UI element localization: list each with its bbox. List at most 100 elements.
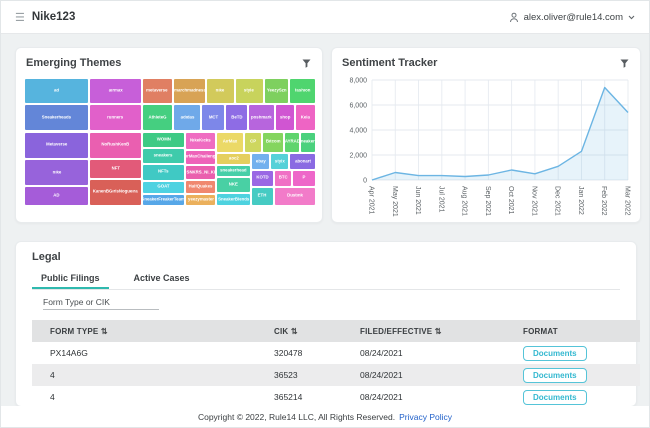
- svg-text:0: 0: [363, 178, 367, 185]
- treemap-cell[interactable]: poshmark: [248, 104, 275, 131]
- sentiment-tracker-title: Sentiment Tracker: [342, 57, 437, 69]
- user-menu[interactable]: alex.oliver@rule14.com: [509, 12, 635, 23]
- filed_effective-cell: 08/24/2021: [360, 342, 523, 364]
- treemap-cell[interactable]: ad: [24, 78, 89, 104]
- treemap-cell[interactable]: AD: [24, 186, 89, 206]
- filed_effective-cell: 08/24/2021: [360, 364, 523, 386]
- treemap-cell-label: ebay: [256, 160, 266, 164]
- treemap-cell[interactable]: stylx: [270, 153, 289, 170]
- sort-icon[interactable]: ⇅: [435, 327, 442, 336]
- table-row: PX14A6G32047808/24/2021Documents: [32, 342, 640, 364]
- treemap-cell[interactable]: ebay: [251, 153, 271, 170]
- treemap-cell[interactable]: SNKRS_NI_KI: [185, 165, 216, 180]
- treemap-cell[interactable]: WOMN: [142, 132, 186, 148]
- svg-text:Jul 2021: Jul 2021: [437, 186, 444, 213]
- treemap-cell[interactable]: MCT: [201, 104, 225, 131]
- treemap-cell[interactable]: NikeKicks: [185, 132, 216, 150]
- column-header-form_type[interactable]: FORM TYPE ⇅: [32, 320, 274, 342]
- treemap-cell[interactable]: Metaverse: [24, 132, 89, 160]
- treemap-cell-label: SneakerBlends: [218, 197, 249, 201]
- treemap-cell-label: Dustink: [287, 194, 303, 198]
- treemap-cell[interactable]: Kela: [295, 104, 316, 131]
- sentiment-chart: Apr 2021May 2021Jun 2021Jul 2021Aug 2021…: [338, 74, 636, 227]
- treemap-cell-label: BeTD: [231, 116, 242, 120]
- documents-button[interactable]: Documents: [523, 368, 587, 383]
- treemap-cell[interactable]: Dustink: [274, 187, 316, 206]
- treemap-cell[interactable]: SneakerBlends: [216, 193, 250, 206]
- treemap-cell-label: ad: [54, 89, 59, 93]
- app: ☰ Nike123 alex.oliver@rule14.com Emergin…: [0, 0, 650, 428]
- treemap-cell[interactable]: BeTD: [225, 104, 247, 131]
- treemap-cell[interactable]: YeezySzn: [264, 78, 289, 104]
- treemap-cell[interactable]: NoRushKenB: [89, 132, 141, 160]
- treemap-cell[interactable]: HalfQuakes: [185, 180, 216, 194]
- tab-active-cases[interactable]: Active Cases: [125, 269, 199, 289]
- treemap-cell[interactable]: yeezymaster: [185, 194, 216, 206]
- treemap-cell[interactable]: Bitcoin: [262, 132, 284, 154]
- treemap-cell[interactable]: abonart: [289, 153, 316, 170]
- treemap-cell[interactable]: NFTs: [142, 164, 186, 181]
- treemap-cell[interactable]: CP: [244, 132, 262, 154]
- treemap-cell-label: sneakerhead: [220, 169, 246, 173]
- column-header-cik[interactable]: CIK ⇅: [274, 320, 360, 342]
- user-icon: [509, 12, 519, 23]
- svg-text:Jun 2021: Jun 2021: [414, 186, 421, 215]
- treemap-cell[interactable]: SneakerFreakerTeam: [142, 194, 186, 206]
- treemap-cell[interactable]: fashion: [289, 78, 316, 104]
- treemap-cell[interactable]: nike: [206, 78, 234, 104]
- documents-button[interactable]: Documents: [523, 390, 587, 405]
- svg-text:Sep 2021: Sep 2021: [484, 186, 491, 216]
- treemap-cell[interactable]: AYRAD: [284, 132, 300, 154]
- treemap-cell[interactable]: AirMax: [216, 132, 243, 154]
- treemap-cell[interactable]: NFT: [89, 159, 141, 179]
- tab-public-filings[interactable]: Public Filings: [32, 269, 109, 289]
- svg-text:May 2021: May 2021: [391, 186, 398, 217]
- treemap-cell-label: HalfQuakes: [189, 185, 213, 189]
- treemap-cell[interactable]: GOAT: [142, 181, 186, 194]
- treemap-cell[interactable]: KanenBGirlsNogueira: [89, 179, 141, 206]
- treemap-cell[interactable]: P: [292, 170, 316, 187]
- filter-icon[interactable]: [301, 58, 312, 69]
- treemap-cell[interactable]: aoc2: [216, 153, 250, 165]
- treemap-cell[interactable]: KOTD: [251, 170, 274, 187]
- treemap-cell-label: sneakers: [154, 154, 173, 158]
- treemap-cell-label: airmax: [109, 89, 123, 93]
- treemap-cell[interactable]: AirMaxChallenge: [185, 150, 216, 165]
- form-type-cik-input[interactable]: [43, 294, 159, 310]
- form_type-cell: 4: [32, 364, 274, 386]
- treemap-cell[interactable]: sneakerhead: [216, 165, 250, 177]
- sort-icon[interactable]: ⇅: [291, 327, 298, 336]
- privacy-policy-link[interactable]: Privacy Policy: [399, 412, 452, 422]
- treemap-cell[interactable]: airmax: [89, 78, 141, 104]
- treemap-cell[interactable]: sneakers: [142, 148, 186, 164]
- treemap-cell[interactable]: ETH: [251, 187, 274, 206]
- treemap-cell[interactable]: Sneakerly: [300, 132, 316, 154]
- treemap-cell-label: NKE: [229, 183, 238, 187]
- treemap-cell-label: NoRushKenB: [102, 143, 130, 147]
- treemap-cell-label: P: [303, 176, 306, 180]
- filter-icon[interactable]: [619, 58, 630, 69]
- treemap-cell[interactable]: NKE: [216, 177, 250, 194]
- column-header-filed_effective[interactable]: FILED/EFFECTIVE ⇅: [360, 320, 523, 342]
- treemap-cell-label: CP: [250, 140, 256, 144]
- menu-icon[interactable]: ☰: [15, 11, 25, 24]
- documents-button[interactable]: Documents: [523, 346, 587, 361]
- cik-cell: 365214: [274, 386, 360, 408]
- treemap-cell[interactable]: adidas: [173, 104, 201, 131]
- treemap-cell-label: NFT: [111, 167, 119, 171]
- emerging-themes-title: Emerging Themes: [26, 57, 121, 69]
- treemap-cell[interactable]: nike: [24, 159, 89, 186]
- treemap-cell[interactable]: style: [235, 78, 264, 104]
- svg-text:8,000: 8,000: [349, 78, 367, 85]
- treemap-cell-label: KOTD: [256, 176, 268, 180]
- treemap-cell-label: fashion: [295, 89, 310, 93]
- treemap-cell-label: ETH: [258, 194, 267, 198]
- treemap-cell[interactable]: runners: [89, 104, 141, 131]
- treemap-cell[interactable]: Sneakerheads: [24, 104, 89, 131]
- treemap-cell[interactable]: AthleteG: [142, 104, 173, 131]
- treemap-cell[interactable]: metaverse: [142, 78, 173, 104]
- sort-icon[interactable]: ⇅: [101, 327, 108, 336]
- treemap-cell[interactable]: marchmadness: [173, 78, 206, 104]
- treemap-cell[interactable]: shop: [275, 104, 295, 131]
- treemap-cell[interactable]: BTC: [274, 170, 292, 187]
